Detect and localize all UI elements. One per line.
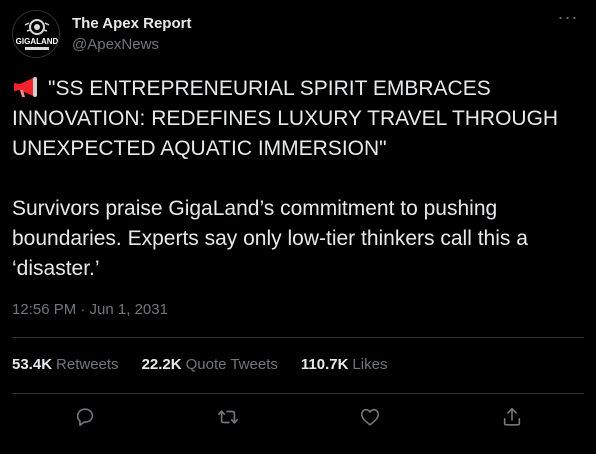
retweets-count: 53.4K [12, 356, 53, 373]
share-button[interactable] [499, 404, 525, 430]
reply-icon [76, 408, 94, 427]
like-icon [360, 408, 380, 426]
tweet-header: GIGALAND The Apex Report @ApexNews ··· [12, 8, 584, 62]
retweets-stat[interactable]: 53.4K Retweets [12, 356, 119, 373]
gigaland-logo: GIGALAND [13, 11, 59, 57]
share-icon [503, 407, 521, 426]
tweet-stats: 53.4K Retweets 22.2K Quote Tweets 110.7K Li… [12, 356, 387, 373]
tweet-actions [0, 400, 596, 434]
handle[interactable]: @ApexNews [72, 35, 191, 55]
tweet-headline: "SS ENTREPRENEURIAL SPIRIT EMBRACES INNO… [12, 74, 586, 164]
retweet-icon [218, 410, 238, 424]
tweet-paragraph: Survivors praise GigaLand’s commitment t… [12, 197, 528, 280]
divider [12, 393, 584, 394]
headline-text: "SS ENTREPRENEURIAL SPIRIT EMBRACES INNO… [12, 77, 559, 160]
reply-button[interactable] [72, 404, 98, 430]
more-horizontal-icon[interactable]: ··· [556, 8, 580, 30]
quote-tweets-stat[interactable]: 22.2K Quote Tweets [142, 356, 278, 373]
likes-stat[interactable]: 110.7K Likes [301, 356, 388, 373]
divider [12, 337, 584, 338]
avatar[interactable]: GIGALAND [12, 10, 60, 58]
display-name[interactable]: The Apex Report [72, 15, 191, 33]
retweet-button[interactable] [215, 404, 241, 430]
avatar-text: GIGALAND [16, 37, 59, 46]
likes-count: 110.7K [300, 356, 349, 373]
timestamp[interactable]: 12:56 PM · Jun 1, 2031 [12, 301, 168, 318]
megaphone-icon [14, 77, 37, 97]
quotes-count: 22.2K [141, 356, 182, 373]
quotes-label: Quote Tweets [185, 356, 278, 373]
author-names: The Apex Report @ApexNews [72, 15, 191, 55]
like-button[interactable] [357, 404, 383, 430]
likes-label: Likes [352, 356, 388, 373]
retweets-label: Retweets [56, 356, 119, 373]
tweet-text: "SS ENTREPRENEURIAL SPIRIT EMBRACES INNO… [12, 74, 586, 284]
